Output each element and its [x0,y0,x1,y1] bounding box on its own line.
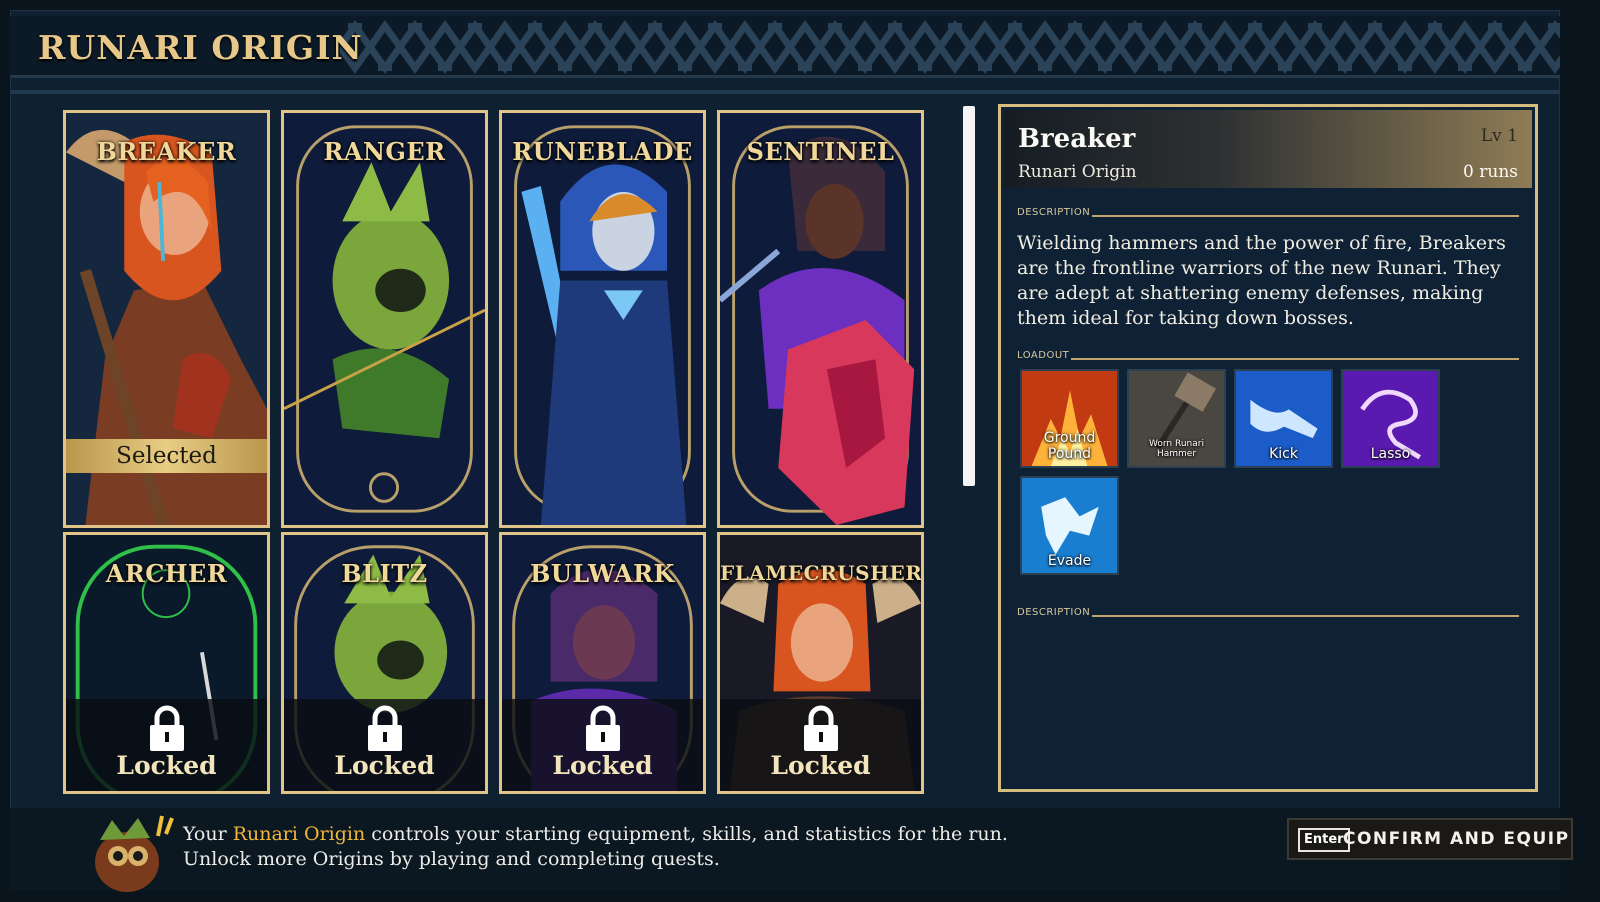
loadout-section-heading: LOADOUT [1017,350,1519,364]
loadout-label: Lasso [1370,446,1411,462]
loadout-label: Evade [1047,553,1092,569]
locked-label: Locked [116,751,217,780]
origin-card-archer[interactable]: ARCHER Locked [63,532,270,794]
origin-list-scrollbar[interactable] [963,106,975,486]
loadout-label: Ground Pound [1043,430,1096,462]
origin-card-flamecrusher[interactable]: FLAMECRUSHER Locked [717,532,924,794]
section-label: LOADOUT [1017,350,1072,361]
loadout-slot-lasso[interactable]: Lasso [1341,369,1440,468]
origin-name: BULWARK [530,559,675,588]
origin-card-runeblade[interactable]: RUNEBLADE [499,110,706,528]
section-divider [1017,615,1519,617]
loadout-slot-kick[interactable]: Kick [1234,369,1333,468]
origin-name: ARCHER [105,559,228,588]
origin-hint-text: Your Runari Origin controls your startin… [183,822,1008,872]
locked-label: Locked [770,751,871,780]
sentinel-portrait [720,113,921,525]
hint-line-1: Your Runari Origin controls your startin… [183,822,1008,847]
lock-overlay: Locked [284,699,485,791]
origin-card-blitz[interactable]: BLITZ Locked [281,532,488,794]
lock-icon [585,705,620,751]
details-name: Breaker [1018,124,1136,154]
origin-name: RUNEBLADE [512,137,693,166]
details-level: Lv 1 [1480,126,1518,146]
runeblade-portrait [502,113,703,525]
section-divider [1017,358,1519,360]
origin-card-breaker[interactable]: BREAKER Selected [63,110,270,528]
origin-name: SENTINEL [746,137,895,166]
origin-card-ranger[interactable]: RANGER [281,110,488,528]
hint-suffix: controls your starting equipment, skills… [365,823,1008,845]
second-description-heading: DESCRIPTION [1017,607,1519,621]
origin-name: BLITZ [341,559,428,588]
origin-description: Wielding hammers and the power of fire, … [1017,232,1506,329]
confirm-and-equip-button[interactable]: Enter CONFIRM AND EQUIP [1287,818,1573,860]
loadout-slot-hammer[interactable]: Worn Runari Hammer [1127,369,1226,468]
section-label: DESCRIPTION [1017,207,1093,218]
origin-name: BREAKER [96,137,237,166]
origin-card-sentinel[interactable]: SENTINEL [717,110,924,528]
lock-icon [149,705,184,751]
locked-label: Locked [334,751,435,780]
origin-name: FLAMECRUSHER [720,561,923,585]
origin-card-bulwark[interactable]: BULWARK Locked [499,532,706,794]
details-header: Breaker Runari Origin Lv 1 0 runs [1004,110,1532,188]
loadout-slot-ground-pound[interactable]: Ground Pound [1020,369,1119,468]
origin-name: RANGER [323,137,446,166]
lock-icon [803,705,838,751]
description-section-heading: DESCRIPTION [1017,207,1519,221]
hint-accent: Runari Origin [232,823,366,845]
selected-badge: Selected [66,439,267,473]
details-runs: 0 runs [1463,162,1518,182]
locked-label: Locked [552,751,653,780]
lock-overlay: Locked [502,699,703,791]
loadout-slot-evade[interactable]: Evade [1020,476,1119,575]
lock-overlay: Locked [66,699,267,791]
origin-details-panel: Breaker Runari Origin Lv 1 0 runs DESCRI… [998,104,1538,792]
header-divider [10,90,1560,94]
enter-key-icon: Enter [1298,828,1350,852]
ranger-portrait [284,113,485,525]
loadout-label: Worn Runari Hammer [1149,439,1204,459]
hint-line-2: Unlock more Origins by playing and compl… [183,848,720,870]
header-bar: RUNARI ORIGIN [10,16,1560,78]
hint-prefix: Your [183,823,233,845]
header-knot-pattern [340,16,1560,75]
loadout-label: Kick [1269,446,1298,462]
lock-overlay: Locked [720,699,921,791]
section-label: DESCRIPTION [1017,607,1093,618]
confirm-label: CONFIRM AND EQUIP [1343,829,1570,849]
lock-icon [367,705,402,751]
page-title: RUNARI ORIGIN [38,28,363,67]
details-origin-label: Runari Origin [1018,162,1137,182]
section-divider [1017,215,1519,217]
mascot-icon [95,815,174,892]
